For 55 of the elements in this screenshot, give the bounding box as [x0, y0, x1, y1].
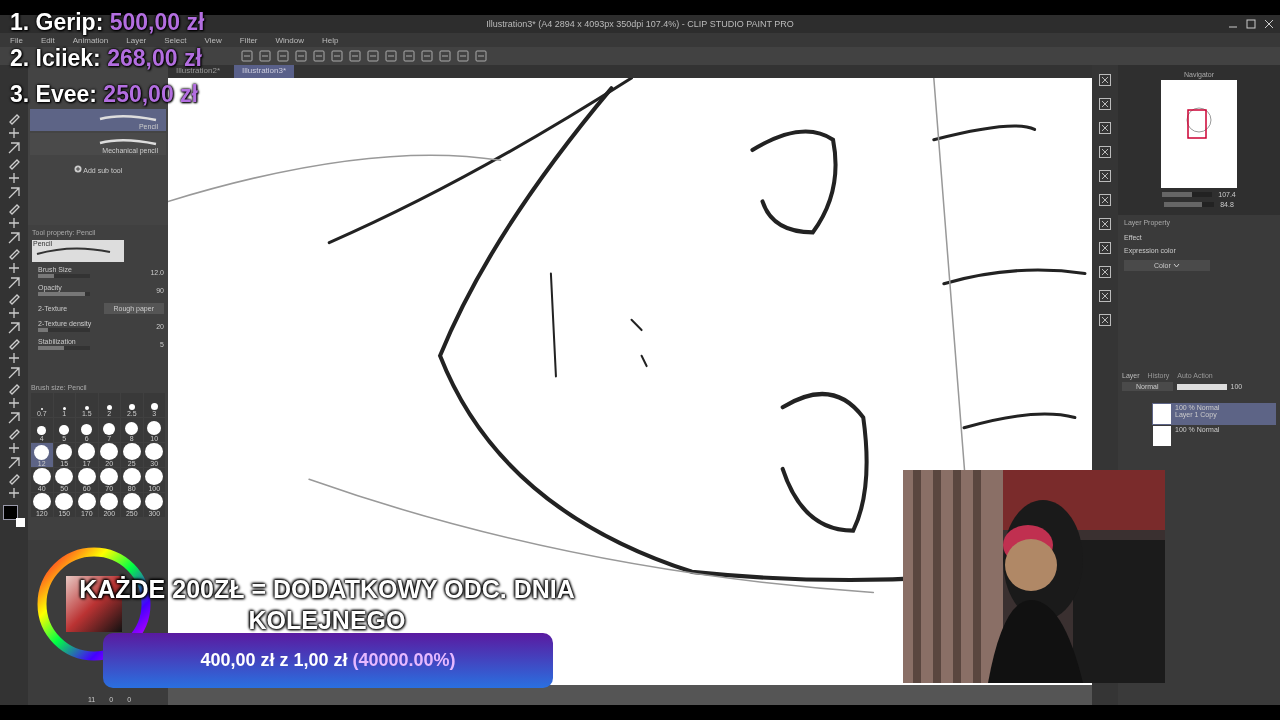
- tool-icon[interactable]: [7, 216, 21, 230]
- menu-item[interactable]: Help: [321, 35, 339, 45]
- menu-item[interactable]: Edit: [40, 35, 55, 45]
- panel-icon[interactable]: [1098, 145, 1112, 159]
- sub-color-swatch[interactable]: [16, 518, 25, 527]
- menu-item[interactable]: Window: [275, 35, 304, 45]
- opacity-slider[interactable]: [1176, 383, 1227, 390]
- tool-icon[interactable]: [7, 321, 21, 335]
- property-slider[interactable]: [38, 274, 90, 278]
- property-slider[interactable]: [38, 292, 90, 296]
- add-icon: [73, 165, 82, 173]
- panel-icon[interactable]: [1098, 169, 1112, 183]
- close-icon[interactable]: [1264, 19, 1274, 29]
- panel-icon[interactable]: [1098, 289, 1112, 303]
- caret-icon: [1172, 263, 1180, 268]
- tool-icon[interactable]: [7, 351, 21, 365]
- tool-icon[interactable]: [7, 186, 21, 200]
- tool-icon[interactable]: [7, 171, 21, 185]
- tool-icon[interactable]: [7, 126, 21, 140]
- property-slider[interactable]: [38, 346, 90, 350]
- main-color-swatch[interactable]: [3, 505, 18, 520]
- menu-item[interactable]: Layer: [126, 35, 147, 45]
- tool-icon[interactable]: [7, 486, 21, 500]
- menu-item[interactable]: Filter: [239, 35, 258, 45]
- menu-item[interactable]: Animation: [72, 35, 109, 45]
- panel-icon[interactable]: [1098, 313, 1112, 327]
- tool-icon[interactable]: [7, 141, 21, 155]
- tool-icon[interactable]: [7, 456, 21, 470]
- panel-icon[interactable]: [1098, 73, 1112, 87]
- menu-item[interactable]: View: [204, 35, 222, 45]
- document-tab[interactable]: Illustration3*: [234, 65, 295, 78]
- goal-bar: 400,00 zł z 1,00 zł (40000.00%): [103, 633, 553, 688]
- panel-icon[interactable]: [1098, 97, 1112, 111]
- window-title: Illustration3* (A4 2894 x 4093px 350dpi 107.4%) - CLIP STUDIO PAINT PRO: [486, 19, 794, 29]
- panel-icon[interactable]: [1098, 217, 1112, 231]
- panel-icon[interactable]: [1098, 193, 1112, 207]
- goal-caption: KAŻDE 200ZŁ = DODATKOWY ODC. DNIA KOLEJNEGO: [77, 574, 577, 636]
- panel-icon[interactable]: [1098, 241, 1112, 255]
- menu-item[interactable]: Select: [164, 35, 187, 45]
- tool-icon[interactable]: [7, 231, 21, 245]
- tool-icon[interactable]: [7, 366, 21, 380]
- tool-icon[interactable]: [7, 411, 21, 425]
- document-tab[interactable]: Illustration2*: [168, 65, 229, 78]
- maximize-icon[interactable]: [1246, 19, 1256, 29]
- tool-icon[interactable]: [7, 306, 21, 320]
- panel-icon[interactable]: [1098, 121, 1112, 135]
- tool-icon[interactable]: [7, 261, 21, 275]
- panel-icon[interactable]: [1098, 265, 1112, 279]
- tool-icon[interactable]: [7, 396, 21, 410]
- donor-entry: 1. Gerip: 500,00 zł: [10, 10, 205, 34]
- tool-icon[interactable]: [7, 276, 21, 290]
- rotate-slider[interactable]: [1164, 202, 1202, 207]
- menu-item[interactable]: File: [10, 35, 23, 45]
- zoom-slider[interactable]: [1162, 192, 1193, 197]
- tool-icon[interactable]: [7, 441, 21, 455]
